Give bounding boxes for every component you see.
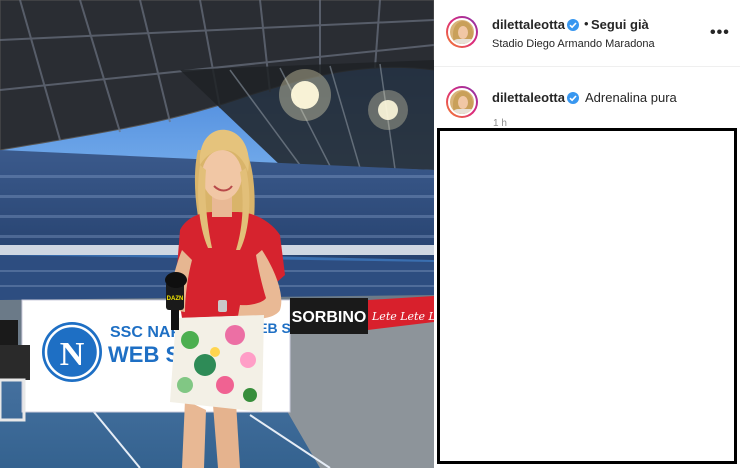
verified-badge-icon	[567, 19, 579, 31]
caption-username[interactable]: dilettaleotta	[492, 90, 565, 105]
stadium-scene: N SSC NAPOLI WEB STORE WEB STORE SORBINO…	[0, 0, 434, 468]
post-header: dilettaleotta • Segui già Stadio Diego A…	[434, 0, 740, 67]
napoli-logo-letter: N	[60, 336, 85, 373]
banner-sorbino: SORBINO	[292, 309, 367, 326]
blank-content-area	[437, 128, 737, 464]
post-photo[interactable]: N SSC NAPOLI WEB STORE WEB STORE SORBINO…	[0, 0, 434, 468]
location-link[interactable]: Stadio Diego Armando Maradona	[492, 38, 655, 50]
caption-row: dilettaleotta Adrenalina pura 1 h	[434, 66, 740, 129]
header-username[interactable]: dilettaleotta	[492, 17, 565, 32]
avatar[interactable]	[446, 16, 478, 48]
post-side-panel: dilettaleotta • Segui già Stadio Diego A…	[434, 0, 740, 468]
banner-red: Lete Lete Lete	[371, 310, 434, 323]
verified-badge-icon	[567, 92, 579, 104]
caption-avatar[interactable]	[446, 86, 478, 118]
caption-text: Adrenalina pura	[585, 90, 677, 105]
svg-text:DAZN: DAZN	[167, 296, 184, 302]
more-dots-icon[interactable]: •••	[710, 24, 729, 42]
follow-button[interactable]: Segui già	[591, 17, 649, 32]
header-separator: •	[584, 16, 589, 31]
